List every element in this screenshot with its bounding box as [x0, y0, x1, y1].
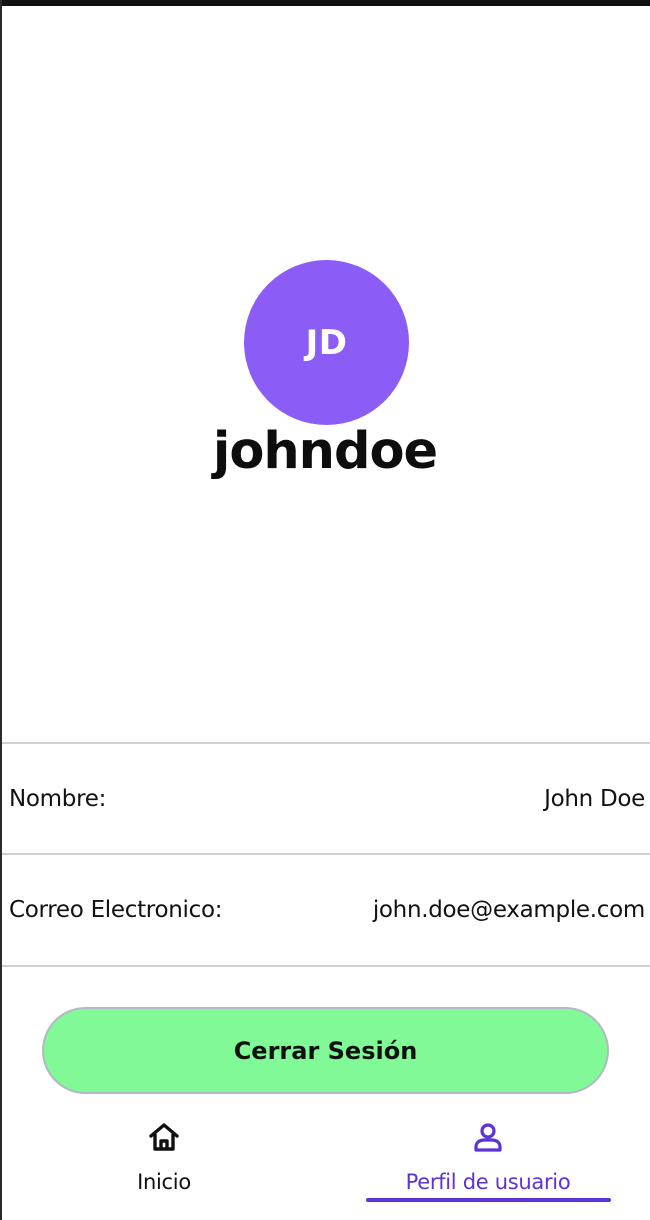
nav-label-perfil: Perfil de usuario: [405, 1170, 571, 1194]
info-row-name: Nombre: John Doe: [9, 779, 645, 819]
nav-item-perfil[interactable]: Perfil de usuario: [380, 1112, 596, 1220]
status-bar-strip: [0, 0, 650, 6]
avatar-initials: JD: [305, 322, 348, 363]
email-value: john.doe@example.com: [372, 897, 645, 923]
logout-button[interactable]: Cerrar Sesión: [42, 1007, 609, 1094]
active-tab-indicator: [366, 1198, 611, 1202]
avatar: JD: [244, 260, 409, 425]
nav-item-inicio[interactable]: Inicio: [84, 1112, 244, 1220]
info-row-email: Correo Electronico: john.doe@example.com: [9, 890, 645, 930]
user-icon: [474, 1123, 502, 1152]
name-value: John Doe: [544, 786, 645, 812]
home-icon: [149, 1123, 179, 1151]
window-left-edge: [0, 0, 2, 1220]
divider: [2, 742, 650, 744]
name-label: Nombre:: [9, 786, 107, 812]
email-label: Correo Electronico:: [9, 897, 223, 923]
nav-label-inicio: Inicio: [137, 1170, 191, 1194]
divider: [2, 853, 650, 855]
logout-button-label: Cerrar Sesión: [233, 1036, 418, 1065]
divider: [2, 965, 650, 967]
profile-username: johndoe: [212, 422, 438, 481]
